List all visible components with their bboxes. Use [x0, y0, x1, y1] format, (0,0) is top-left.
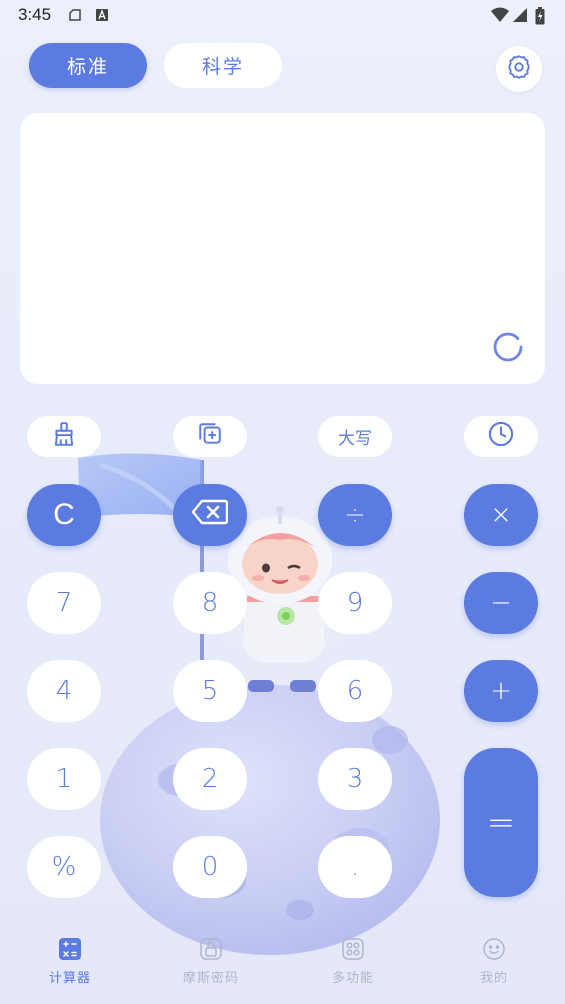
percent-key[interactable]: %: [27, 836, 101, 898]
wifi-icon: [491, 7, 509, 27]
lock-icon: [161, 938, 261, 964]
tab-mine-label: 我的: [479, 971, 508, 986]
calculator-icon: [20, 938, 120, 964]
status-bar: 3:45: [0, 0, 565, 32]
tab-scientific[interactable]: 科学: [164, 43, 282, 88]
grid-icon: [303, 938, 403, 964]
a-badge-icon: [95, 7, 109, 26]
digit-5-key[interactable]: 5: [173, 660, 247, 722]
digit-7-key[interactable]: 7: [27, 572, 101, 634]
digit-4-key[interactable]: 4: [27, 660, 101, 722]
digit-3-key[interactable]: 3: [318, 748, 392, 810]
digit-2-key[interactable]: 2: [173, 748, 247, 810]
divide-key[interactable]: ÷: [318, 484, 392, 546]
decimal-point-key[interactable]: .: [318, 836, 392, 898]
backspace-key[interactable]: [173, 484, 247, 546]
digit-1-key[interactable]: 1: [27, 748, 101, 810]
tab-multifunction-label: 多功能: [331, 971, 374, 986]
bottom-tab-bar: 计算器 摩斯密码 多功能 我的: [0, 930, 565, 1004]
tab-morse-code[interactable]: 摩斯密码: [161, 938, 261, 986]
battery-icon: [535, 7, 545, 29]
tab-mine[interactable]: 我的: [444, 938, 544, 986]
tab-calculator[interactable]: 计算器: [20, 938, 120, 986]
status-time: 3:45: [18, 5, 52, 24]
tab-morse-code-label: 摩斯密码: [182, 971, 239, 986]
history-button[interactable]: [464, 416, 538, 457]
loading-spinner-icon: [492, 331, 524, 367]
tab-calculator-label: 计算器: [48, 971, 91, 986]
copy-add-icon: [197, 421, 223, 452]
digit-6-key[interactable]: 6: [318, 660, 392, 722]
storage-icon: [68, 7, 82, 26]
copy-button[interactable]: [173, 416, 247, 457]
clear-key[interactable]: C: [27, 484, 101, 546]
equals-key[interactable]: =: [464, 748, 538, 897]
smile-icon: [444, 938, 544, 964]
multiply-key[interactable]: ×: [464, 484, 538, 546]
tab-multifunction[interactable]: 多功能: [303, 938, 403, 986]
calculator-display: [20, 113, 545, 384]
astronaut-illustration: [78, 453, 440, 955]
digit-8-key[interactable]: 8: [173, 572, 247, 634]
clock-icon: [487, 420, 515, 453]
backspace-icon: [191, 499, 229, 532]
minus-key[interactable]: −: [464, 572, 538, 634]
digit-9-key[interactable]: 9: [318, 572, 392, 634]
gear-icon: [506, 54, 532, 84]
uppercase-button[interactable]: 大写: [318, 416, 392, 457]
signal-icon: [512, 7, 528, 27]
settings-button[interactable]: [496, 46, 542, 92]
plus-key[interactable]: +: [464, 660, 538, 722]
tab-standard[interactable]: 标准: [29, 43, 147, 88]
digit-0-key[interactable]: 0: [173, 836, 247, 898]
clear-history-button[interactable]: [27, 416, 101, 457]
broom-icon: [51, 421, 77, 452]
